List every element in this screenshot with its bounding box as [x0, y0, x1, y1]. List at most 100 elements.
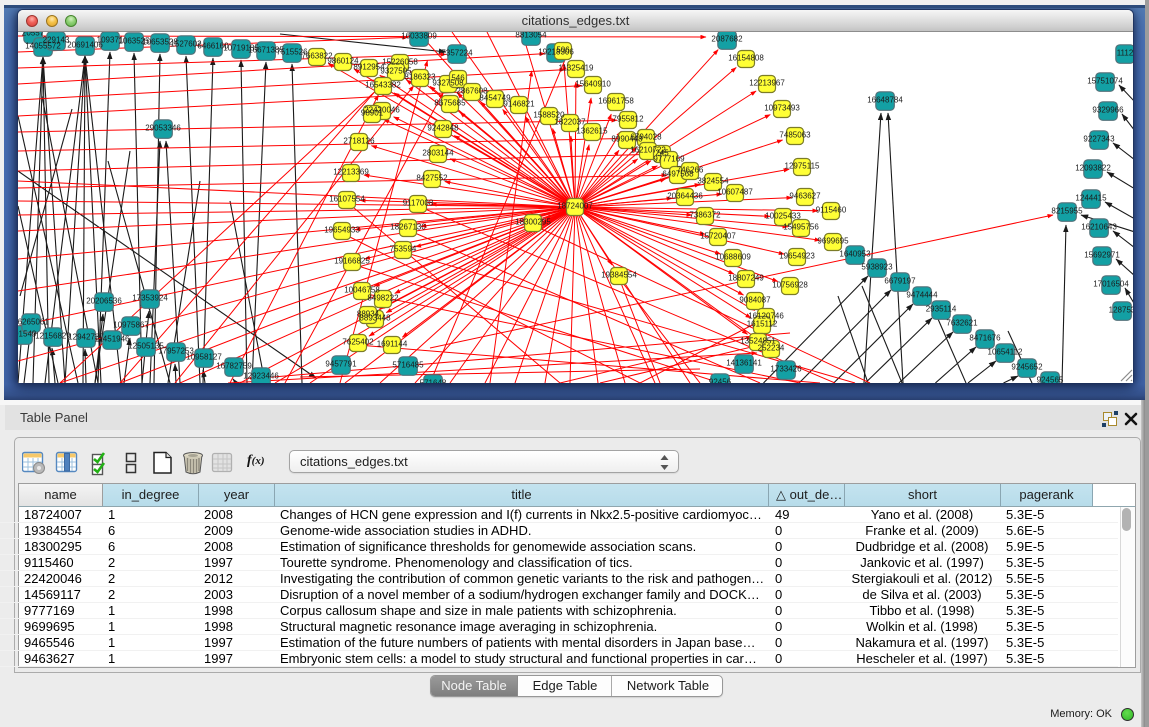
svg-text:19654933: 19654933 — [324, 226, 360, 235]
svg-text:15495756: 15495756 — [783, 223, 819, 232]
svg-text:9329966: 9329966 — [1092, 106, 1124, 115]
svg-text:12213967: 12213967 — [749, 79, 785, 88]
svg-text:9117008: 9117008 — [403, 199, 434, 208]
svg-text:1244415: 1244415 — [1075, 194, 1107, 203]
svg-text:9242848: 9242848 — [427, 124, 459, 133]
svg-text:7386372: 7386372 — [689, 211, 721, 220]
svg-text:19166825: 19166825 — [334, 257, 370, 266]
svg-text:391549: 391549 — [18, 330, 37, 339]
svg-text:546: 546 — [451, 74, 465, 83]
svg-text:5716485: 5716485 — [392, 361, 424, 370]
svg-text:92456: 92456 — [709, 378, 732, 384]
svg-text:6794028: 6794028 — [630, 133, 662, 142]
svg-text:20206536: 20206536 — [86, 297, 122, 306]
svg-text:1822037: 1822037 — [554, 118, 586, 127]
svg-text:1112: 1112 — [1117, 49, 1133, 58]
svg-text:16154808: 16154808 — [728, 54, 764, 63]
svg-text:98901: 98901 — [361, 109, 384, 118]
svg-text:506: 506 — [556, 46, 570, 55]
svg-text:9227343: 9227343 — [1083, 135, 1115, 144]
svg-text:1640953: 1640953 — [839, 250, 871, 259]
svg-text:6679197: 6679197 — [884, 277, 916, 286]
svg-text:12213369: 12213369 — [333, 168, 369, 177]
svg-text:17016504: 17016504 — [1093, 280, 1129, 289]
svg-text:7632621: 7632621 — [946, 319, 978, 328]
svg-text:9474444: 9474444 — [906, 291, 938, 300]
svg-text:15751074: 15751074 — [1087, 77, 1123, 86]
svg-text:2087682: 2087682 — [711, 35, 743, 44]
svg-text:9463627: 9463627 — [789, 192, 821, 201]
svg-text:20557: 20557 — [22, 32, 45, 38]
svg-text:2803144: 2803144 — [422, 149, 454, 158]
svg-text:1733426: 1733426 — [770, 365, 802, 374]
svg-text:8498222: 8498222 — [367, 294, 399, 303]
svg-text:16782759: 16782759 — [216, 362, 252, 371]
svg-text:10756928: 10756928 — [772, 281, 808, 290]
svg-text:1362615: 1362615 — [576, 127, 608, 136]
svg-text:17353924: 17353924 — [132, 294, 168, 303]
svg-text:15640910: 15640910 — [575, 80, 611, 89]
svg-text:7357224: 7357224 — [441, 49, 473, 58]
svg-text:7955812: 7955812 — [612, 115, 644, 124]
svg-text:11325419: 11325419 — [559, 64, 595, 73]
svg-text:15720407: 15720407 — [700, 232, 736, 241]
svg-text:16648784: 16648784 — [867, 96, 903, 105]
svg-text:16210643: 16210643 — [1081, 223, 1117, 232]
svg-text:571648: 571648 — [420, 379, 447, 384]
svg-text:14136141: 14136141 — [726, 359, 762, 368]
svg-text:8471676: 8471676 — [969, 334, 1001, 343]
svg-text:20364436: 20364436 — [667, 192, 703, 201]
svg-text:19384554: 19384554 — [601, 271, 637, 280]
svg-text:7485063: 7485063 — [779, 131, 811, 140]
svg-text:15226058: 15226058 — [382, 58, 418, 67]
svg-text:3824554: 3824554 — [697, 177, 729, 186]
svg-text:26265061: 26265061 — [18, 318, 49, 327]
svg-text:19654923: 19654923 — [779, 252, 815, 261]
svg-text:12975115: 12975115 — [785, 162, 821, 171]
svg-text:10973493: 10973493 — [764, 104, 800, 113]
svg-text:746266: 746266 — [677, 166, 704, 175]
svg-text:9777169: 9777169 — [653, 155, 685, 164]
svg-text:252234: 252234 — [758, 344, 785, 353]
svg-text:9084087: 9084087 — [739, 296, 771, 305]
svg-text:8675685: 8675685 — [434, 99, 466, 108]
svg-text:18807249: 18807249 — [728, 274, 764, 283]
svg-text:18724007: 18724007 — [557, 202, 593, 211]
svg-text:12093822: 12093822 — [1075, 164, 1111, 173]
svg-text:1691144: 1691144 — [377, 340, 408, 349]
svg-text:8427552: 8427552 — [416, 174, 448, 183]
svg-text:10975867: 10975867 — [113, 321, 149, 330]
svg-text:12505135: 12505135 — [128, 342, 164, 351]
svg-text:2718126: 2718126 — [343, 137, 375, 146]
svg-text:8186323: 8186323 — [404, 73, 436, 82]
svg-text:229143: 229143 — [43, 36, 70, 45]
svg-text:9115460: 9115460 — [816, 206, 847, 215]
svg-text:10688609: 10688609 — [715, 253, 751, 262]
svg-text:12923446: 12923446 — [243, 372, 279, 381]
svg-text:10654112: 10654112 — [988, 348, 1024, 357]
svg-text:16961758: 16961758 — [598, 97, 634, 106]
svg-text:128753: 128753 — [1109, 306, 1133, 315]
svg-text:8813054: 8813054 — [515, 32, 547, 40]
svg-text:8215955: 8215955 — [1051, 207, 1083, 216]
svg-text:16543382: 16543382 — [365, 81, 401, 90]
svg-text:924565: 924565 — [1037, 376, 1064, 384]
svg-text:5938923: 5938923 — [861, 263, 893, 272]
svg-text:88934: 88934 — [357, 310, 380, 319]
svg-text:9146821: 9146821 — [503, 100, 535, 109]
svg-text:9699695: 9699695 — [817, 237, 849, 246]
svg-text:18267130: 18267130 — [390, 223, 426, 232]
svg-text:12156829: 12156829 — [35, 332, 71, 341]
svg-text:16107554: 16107554 — [329, 195, 365, 204]
svg-text:753594: 753594 — [390, 245, 417, 254]
svg-text:7625402: 7625402 — [342, 338, 374, 347]
svg-text:9457791: 9457791 — [325, 360, 357, 369]
svg-text:29053346: 29053346 — [145, 124, 181, 133]
svg-text:10607487: 10607487 — [717, 188, 753, 197]
svg-text:16033809: 16033809 — [401, 32, 437, 41]
svg-text:15692971: 15692971 — [1084, 251, 1120, 260]
svg-text:1615112: 1615112 — [747, 320, 778, 329]
svg-text:18300295: 18300295 — [515, 218, 551, 227]
svg-text:10025433: 10025433 — [765, 212, 801, 221]
svg-text:9245652: 9245652 — [1011, 363, 1043, 372]
